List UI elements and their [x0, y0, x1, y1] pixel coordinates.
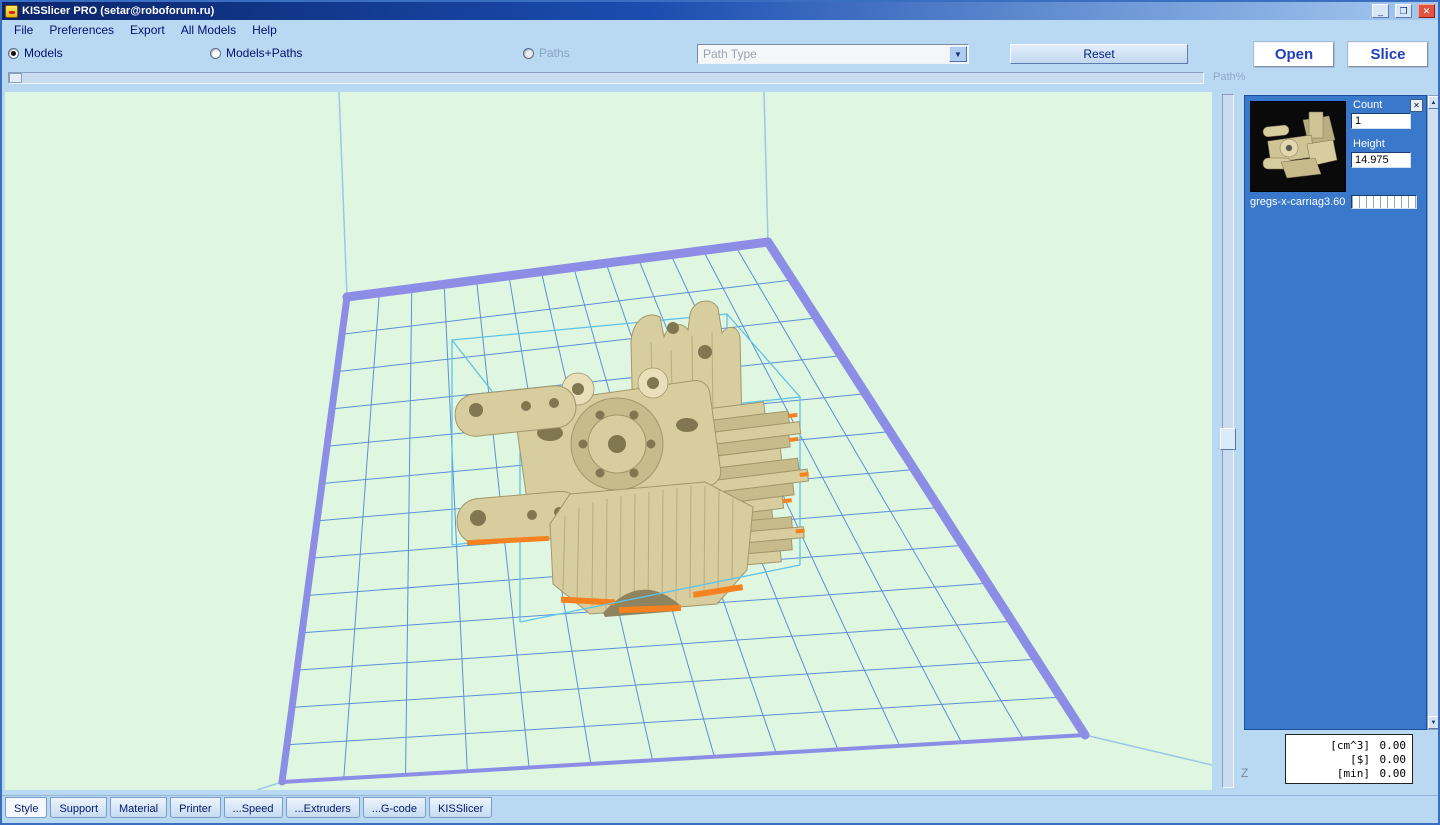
vertical-slider-thumb[interactable]: [1220, 428, 1236, 450]
reset-button[interactable]: Reset: [1010, 44, 1188, 64]
radio-models-icon[interactable]: [8, 48, 19, 59]
path-percent-label: Path%: [1213, 71, 1245, 83]
menu-file[interactable]: File: [6, 21, 41, 39]
stats-cost-value: 0.00: [1376, 753, 1406, 766]
close-button-icon[interactable]: ✕: [1418, 4, 1435, 18]
slice-button[interactable]: Slice: [1348, 42, 1428, 67]
vertical-slider-track[interactable]: [1222, 94, 1234, 788]
stats-cost-label: [$]: [1350, 753, 1370, 766]
radio-paths: Paths: [523, 46, 570, 60]
maximize-button-icon[interactable]: ❒: [1395, 4, 1412, 18]
open-button[interactable]: Open: [1254, 42, 1334, 67]
stats-row-time: [min] 0.00: [1286, 767, 1406, 780]
radio-paths-icon: [523, 48, 534, 59]
stats-row-cost: [$] 0.00: [1286, 753, 1406, 766]
menu-bar: File Preferences Export All Models Help: [2, 20, 1438, 40]
stats-time-label: [min]: [1337, 767, 1370, 780]
viewport-3d[interactable]: [5, 92, 1212, 790]
models-panel: Count Height ✕ gregs-x-carriage 3.60: [1244, 95, 1427, 730]
viewport-3d-scene[interactable]: [5, 92, 1212, 790]
models-panel-scrollbar[interactable]: ▲ ▼: [1427, 95, 1440, 730]
settings-tab-bar: Style Support Material Printer ...Speed …: [2, 795, 1438, 821]
tab-speed[interactable]: ...Speed: [224, 797, 283, 818]
radio-models-paths-label: Models+Paths: [226, 46, 302, 60]
app-icon: [5, 5, 18, 18]
window-title: KISSlicer PRO (setar@roboforum.ru): [22, 5, 1366, 17]
menu-all-models[interactable]: All Models: [173, 21, 244, 39]
count-label: Count: [1353, 99, 1382, 111]
model-thumbnail[interactable]: [1250, 101, 1346, 192]
path-type-value: Path Type: [698, 47, 949, 61]
menu-export[interactable]: Export: [122, 21, 173, 39]
minimize-button-icon[interactable]: _: [1372, 4, 1389, 18]
estimate-stats-box: [cm^3] 0.00 [$] 0.00 [min] 0.00: [1285, 734, 1413, 784]
count-input[interactable]: [1351, 113, 1411, 129]
height-input[interactable]: [1351, 152, 1411, 168]
radio-paths-label: Paths: [539, 46, 570, 60]
tab-extruders[interactable]: ...Extruders: [286, 797, 360, 818]
stats-volume-value: 0.00: [1376, 739, 1406, 752]
menu-help[interactable]: Help: [244, 21, 285, 39]
tab-gcode[interactable]: ...G-code: [363, 797, 426, 818]
model-name: gregs-x-carriage: [1250, 196, 1324, 208]
radio-models[interactable]: Models: [8, 46, 63, 60]
path-percent-slider[interactable]: [8, 72, 1204, 84]
model-scale-value: 3.60: [1324, 196, 1345, 208]
tab-material[interactable]: Material: [110, 797, 167, 818]
radio-models-paths-icon[interactable]: [210, 48, 221, 59]
model-thumbnail-render: [1251, 102, 1345, 191]
stats-row-volume: [cm^3] 0.00: [1286, 739, 1406, 752]
height-label: Height: [1353, 138, 1385, 150]
path-type-dropdown[interactable]: Path Type ▼: [697, 44, 969, 64]
model-close-icon[interactable]: ✕: [1410, 99, 1423, 112]
tab-style[interactable]: Style: [5, 797, 47, 818]
tab-support[interactable]: Support: [50, 797, 107, 818]
path-percent-slider-thumb[interactable]: [9, 73, 22, 83]
tab-kisslicer[interactable]: KISSlicer: [429, 797, 492, 818]
scroll-down-icon[interactable]: ▼: [1428, 716, 1439, 729]
vertical-slider[interactable]: [1216, 92, 1240, 790]
stats-volume-label: [cm^3]: [1330, 739, 1370, 752]
radio-models-paths[interactable]: Models+Paths: [210, 46, 302, 60]
menu-preferences[interactable]: Preferences: [41, 21, 122, 39]
title-bar[interactable]: KISSlicer PRO (setar@roboforum.ru) _ ❒ ✕: [2, 2, 1438, 20]
chevron-down-icon[interactable]: ▼: [949, 46, 967, 62]
model-scale-slider[interactable]: [1351, 195, 1417, 209]
radio-models-label: Models: [24, 46, 63, 60]
tab-printer[interactable]: Printer: [170, 797, 220, 818]
z-axis-label: Z: [1241, 766, 1248, 780]
stats-time-value: 0.00: [1376, 767, 1406, 780]
scroll-up-icon[interactable]: ▲: [1428, 96, 1439, 109]
